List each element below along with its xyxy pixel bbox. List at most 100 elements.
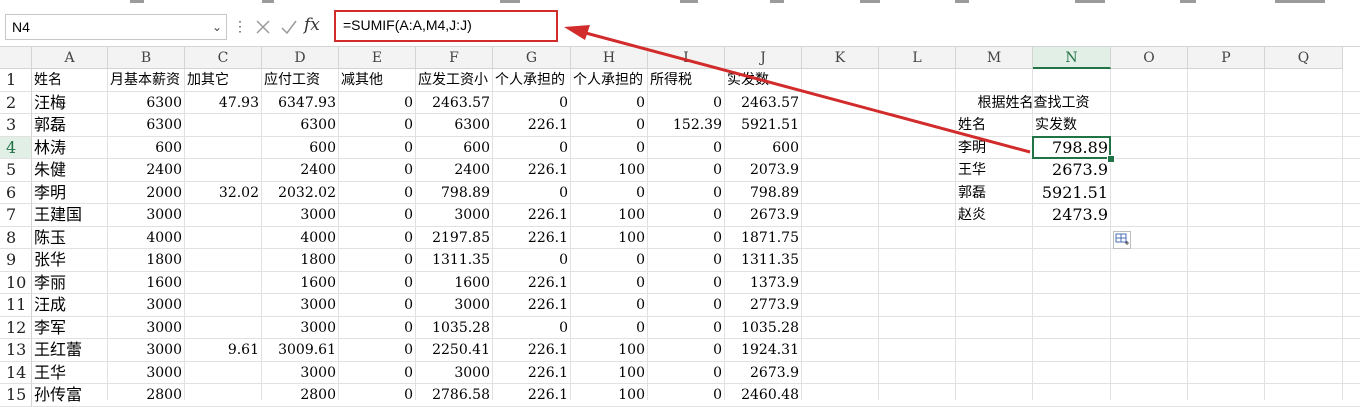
value-cell[interactable]: 3000 — [108, 317, 185, 339]
value-cell[interactable]: 1373.9 — [725, 272, 802, 294]
value-cell[interactable]: 0 — [339, 272, 416, 294]
value-cell[interactable]: 1600 — [416, 272, 493, 294]
name-cell[interactable]: 郭磊 — [32, 114, 108, 136]
value-cell[interactable]: 47.93 — [185, 92, 262, 114]
value-cell[interactable]: 100 — [571, 204, 648, 226]
column-header-k[interactable]: K — [802, 47, 879, 69]
value-cell[interactable]: 226.1 — [493, 204, 571, 226]
row-header-8[interactable]: 8 — [0, 226, 32, 249]
name-cell[interactable]: 汪成 — [32, 294, 108, 316]
column-title-cell[interactable]: 月基本薪资 — [108, 69, 185, 91]
row-header-9[interactable]: 9 — [0, 249, 32, 272]
value-cell[interactable]: 2786.58 — [416, 384, 493, 406]
value-cell[interactable]: 3000 — [416, 362, 493, 384]
value-cell[interactable]: 0 — [339, 159, 416, 181]
value-cell[interactable]: 0 — [648, 227, 725, 249]
value-cell[interactable]: 3000 — [108, 294, 185, 316]
confirm-check-icon[interactable] — [279, 17, 299, 37]
row-header-5[interactable]: 5 — [0, 159, 32, 182]
quick-analysis-icon[interactable] — [1113, 230, 1131, 249]
value-cell[interactable]: 2673.9 — [725, 204, 802, 226]
value-cell[interactable]: 226.1 — [493, 294, 571, 316]
value-cell[interactable]: 2673.9 — [725, 362, 802, 384]
value-cell[interactable]: 0 — [648, 159, 725, 181]
value-cell[interactable]: 0 — [648, 204, 725, 226]
value-cell[interactable]: 0 — [339, 339, 416, 361]
value-cell[interactable]: 1600 — [108, 272, 185, 294]
value-cell[interactable]: 2000 — [108, 182, 185, 204]
row-header-7[interactable]: 7 — [0, 204, 32, 227]
row-header-15[interactable]: 15 — [0, 384, 32, 407]
value-cell[interactable]: 1311.35 — [416, 249, 493, 271]
value-cell[interactable]: 152.39 — [648, 114, 725, 136]
column-header-e[interactable]: E — [339, 47, 416, 69]
value-cell[interactable]: 0 — [339, 182, 416, 204]
value-cell[interactable]: 0 — [339, 137, 416, 159]
lookup-pay-cell[interactable]: 5921.51 — [1033, 182, 1111, 204]
row-header-6[interactable]: 6 — [0, 181, 32, 204]
value-cell[interactable]: 0 — [648, 294, 725, 316]
row-header-1[interactable]: 1 — [0, 69, 32, 92]
value-cell[interactable]: 1035.28 — [725, 317, 802, 339]
value-cell[interactable]: 0 — [339, 294, 416, 316]
value-cell[interactable]: 2800 — [108, 384, 185, 406]
value-cell[interactable]: 0 — [571, 137, 648, 159]
select-all-corner[interactable] — [0, 47, 32, 69]
row-header-13[interactable]: 13 — [0, 339, 32, 362]
value-cell[interactable]: 2400 — [108, 159, 185, 181]
name-cell[interactable]: 李军 — [32, 317, 108, 339]
lookup-pay-cell[interactable]: 2673.9 — [1033, 159, 1111, 181]
row-header-4[interactable]: 4 — [0, 136, 32, 159]
column-header-j[interactable]: J — [725, 47, 802, 69]
value-cell[interactable]: 6347.93 — [262, 92, 339, 114]
value-cell[interactable]: 0 — [571, 182, 648, 204]
value-cell[interactable]: 226.1 — [493, 159, 571, 181]
name-cell[interactable]: 王华 — [32, 362, 108, 384]
column-header-o[interactable]: O — [1111, 47, 1188, 69]
column-title-cell[interactable]: 个人承担的 — [571, 69, 648, 91]
value-cell[interactable]: 2460.48 — [725, 384, 802, 406]
fill-handle[interactable] — [1107, 155, 1115, 163]
value-cell[interactable]: 0 — [648, 182, 725, 204]
value-cell[interactable]: 0 — [339, 249, 416, 271]
chevron-down-icon[interactable]: ⌄ — [212, 15, 222, 39]
column-title-cell[interactable]: 实发数 — [725, 69, 802, 91]
value-cell[interactable]: 0 — [339, 114, 416, 136]
column-header-l[interactable]: L — [879, 47, 956, 69]
value-cell[interactable]: 0 — [648, 92, 725, 114]
value-cell[interactable]: 798.89 — [725, 182, 802, 204]
lookup-pay-header[interactable]: 实发数 — [1033, 114, 1111, 136]
value-cell[interactable]: 0 — [648, 249, 725, 271]
formula-input[interactable]: =SUMIF(A:A,M4,J:J) — [334, 10, 558, 42]
value-cell[interactable]: 1871.75 — [725, 227, 802, 249]
value-cell[interactable]: 2250.41 — [416, 339, 493, 361]
value-cell[interactable]: 0 — [648, 272, 725, 294]
value-cell[interactable]: 0 — [648, 317, 725, 339]
value-cell[interactable]: 0 — [571, 294, 648, 316]
value-cell[interactable]: 0 — [571, 272, 648, 294]
value-cell[interactable]: 1800 — [262, 249, 339, 271]
value-cell[interactable]: 0 — [339, 92, 416, 114]
value-cell[interactable]: 0 — [493, 317, 571, 339]
value-cell[interactable]: 3000 — [262, 317, 339, 339]
lookup-pay-cell[interactable]: 798.89 — [1033, 137, 1111, 159]
lookup-name-cell[interactable]: 赵炎 — [956, 204, 1033, 226]
value-cell[interactable]: 3000 — [108, 204, 185, 226]
value-cell[interactable]: 4000 — [262, 227, 339, 249]
column-header-h[interactable]: H — [571, 47, 648, 69]
value-cell[interactable]: 600 — [108, 137, 185, 159]
row-header-12[interactable]: 12 — [0, 316, 32, 339]
value-cell[interactable]: 226.1 — [493, 227, 571, 249]
lookup-name-cell[interactable]: 郭磊 — [956, 182, 1033, 204]
name-cell[interactable]: 林涛 — [32, 137, 108, 159]
value-cell[interactable]: 5921.51 — [725, 114, 802, 136]
row-header-10[interactable]: 10 — [0, 271, 32, 294]
value-cell[interactable]: 0 — [648, 339, 725, 361]
value-cell[interactable]: 0 — [648, 384, 725, 406]
column-title-cell[interactable]: 加其它 — [185, 69, 262, 91]
value-cell[interactable]: 3000 — [262, 294, 339, 316]
lookup-pay-cell[interactable]: 2473.9 — [1033, 204, 1111, 226]
value-cell[interactable]: 3000 — [262, 204, 339, 226]
lookup-name-header[interactable]: 姓名 — [956, 114, 1033, 136]
name-box[interactable]: N4 ⌄ — [5, 14, 227, 40]
